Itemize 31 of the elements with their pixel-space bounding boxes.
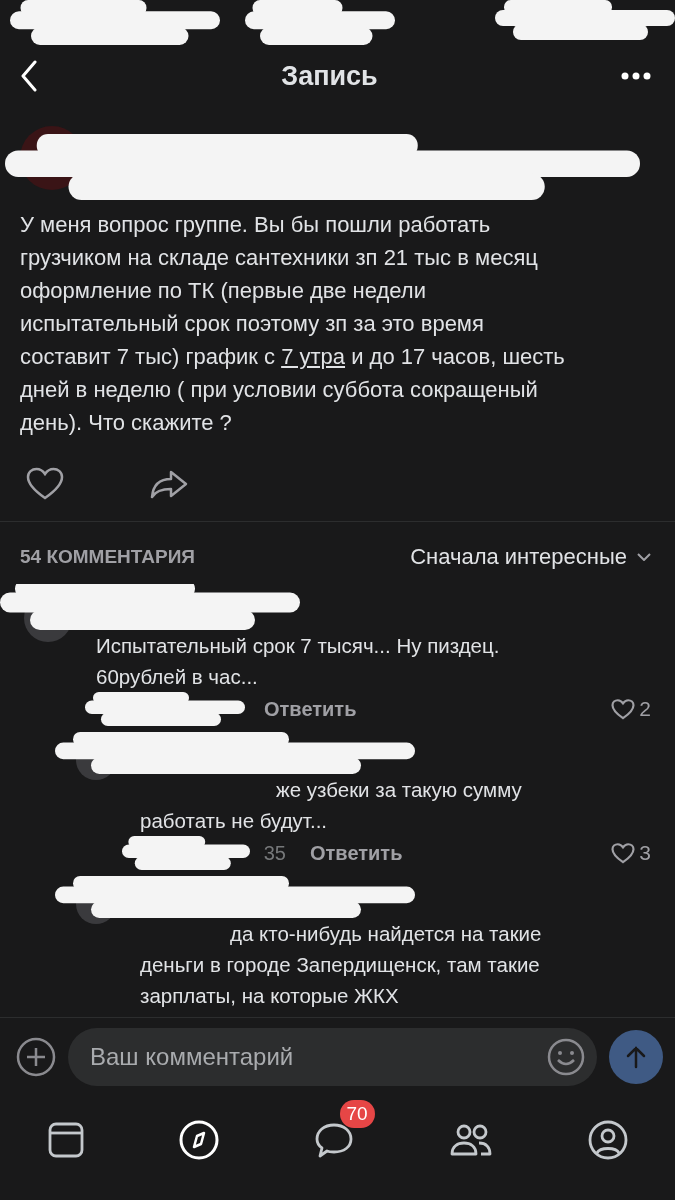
post-text: У меня вопрос группе. Вы бы пошли работать грузчиком на складе сантехники зп 21 тыс в месяц оформление по ТК (первые две недели испытательный срок поэтому зп за это время составит 7 тыс) график с 7 утра и до 17 часов, шесть дней в неделю ( при условии суббота сокращеный день). Что скажите ? [19,211,566,437]
send-button[interactable] [609,1030,663,1084]
window-icon [47,1122,84,1158]
profile-icon [587,1120,628,1160]
time-link[interactable]: 7 утра [281,344,346,369]
unread-badge: 70 [339,1100,375,1128]
page-title: Запись [281,60,378,92]
chevron-icon [637,553,651,561]
emoji-icon[interactable] [547,1038,585,1076]
comment-count: 54 КОММЕНТАРИЯ [20,546,195,568]
like-count: 2 [639,697,651,721]
sort-button[interactable]: Сначала интересные [410,544,651,570]
back-icon[interactable] [20,60,38,92]
comment-input[interactable]: Ваш комментарий [90,1039,547,1075]
comment-text: Испытательный срок 7 тысяч... Ну пиздец. 60рублей в час... [96,633,501,690]
heart-icon[interactable] [26,467,64,501]
comment-text: же узбеки за такую сумму работать не будут... [140,777,523,834]
comment-field[interactable]: Ваш комментарий [68,1028,597,1086]
compass-icon [178,1120,219,1160]
comment-text: да кто-нибудь найдется на такие деньги в городе Запердищенск, там такие зарплаты, на которые ЖКХ [140,921,543,1009]
reply-button[interactable]: Ответить [264,697,357,721]
more-icon[interactable] [621,72,651,80]
heart-icon[interactable] [611,842,636,864]
heart-icon[interactable] [611,698,636,720]
like-count: 3 [639,841,651,865]
reply-button[interactable]: Ответить [310,841,403,865]
arrow-up-icon [625,1045,647,1069]
friends-icon [448,1122,493,1158]
comment-time: 35 [263,841,286,865]
add-icon[interactable] [16,1037,56,1077]
share-icon[interactable] [149,469,189,499]
